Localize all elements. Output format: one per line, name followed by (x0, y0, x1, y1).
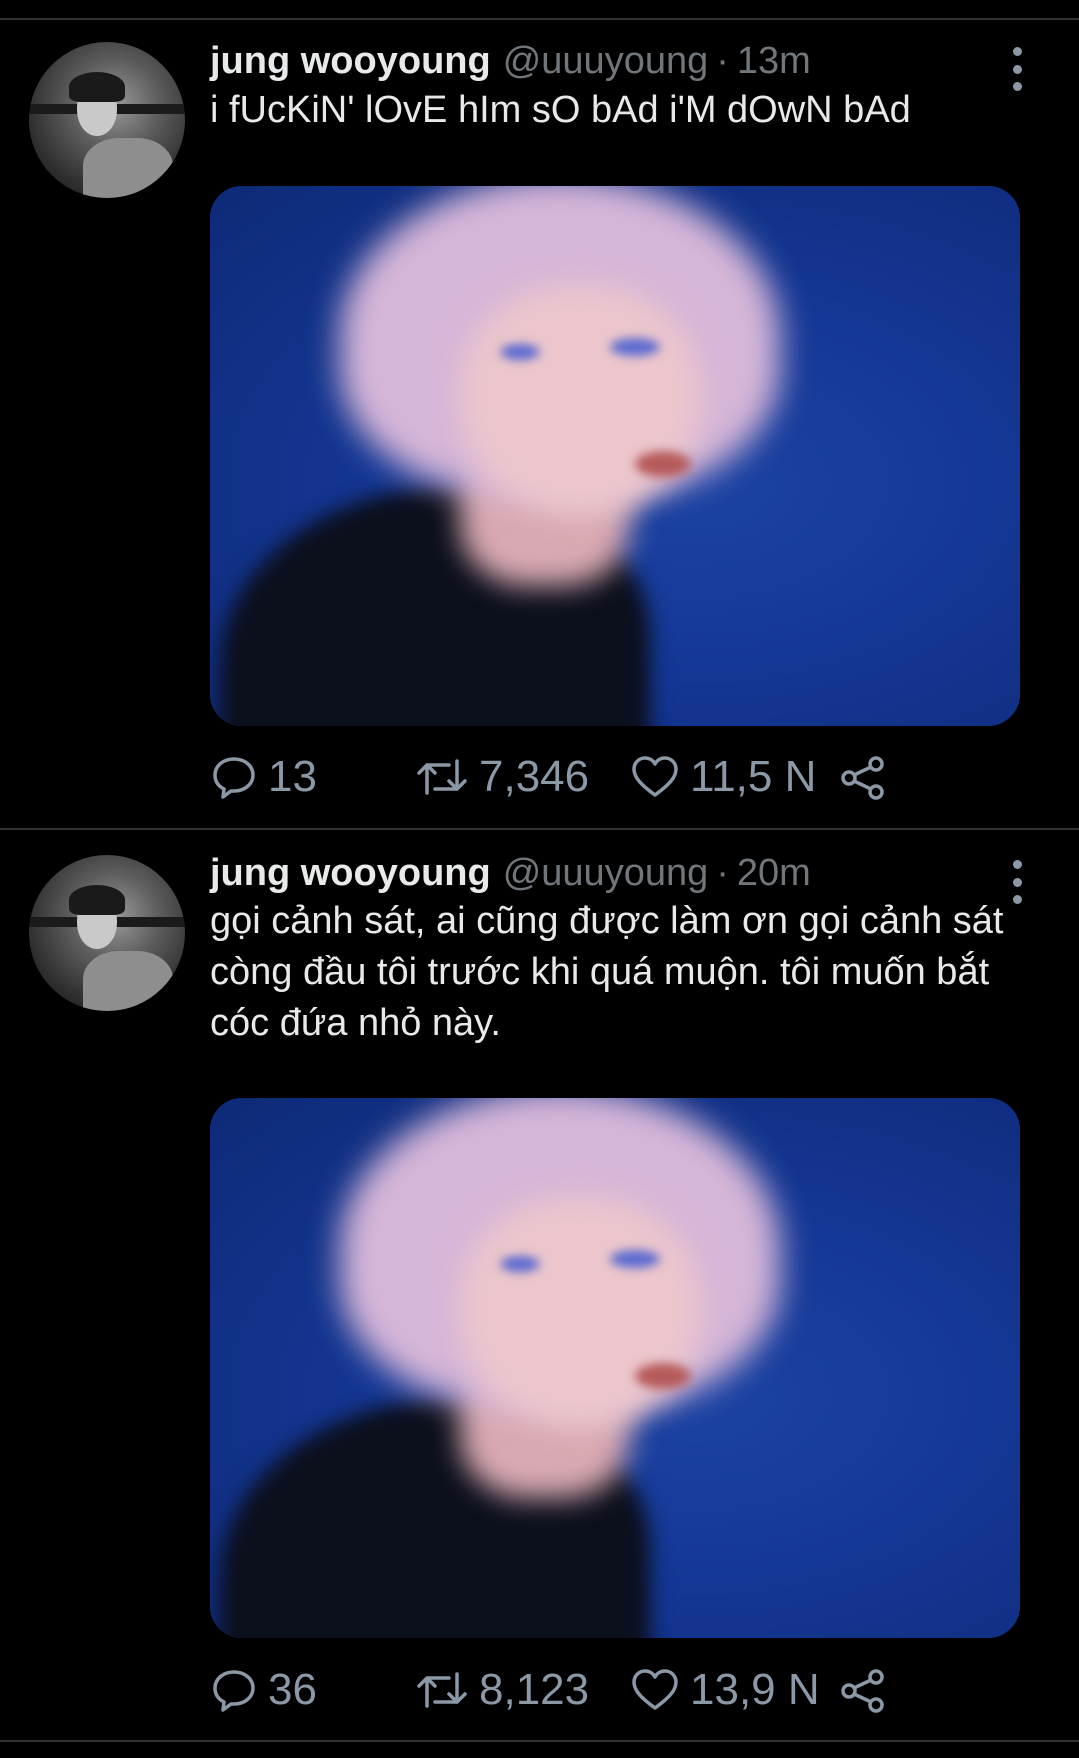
user-handle[interactable]: @uuuyoung (503, 852, 709, 895)
tweet-header: jung wooyoung @uuuyoung · 13m (210, 40, 811, 88)
media-eye (610, 1250, 660, 1268)
avatar[interactable] (29, 42, 185, 198)
retweet-count: 7,346 (479, 752, 590, 801)
reply-count: 13 (268, 752, 317, 801)
avatar-figure (83, 138, 173, 198)
like-count: 13,9 N (690, 1665, 820, 1714)
like-count: 11,5 N (690, 752, 817, 801)
media-mouth (635, 1363, 691, 1389)
media-eye (500, 1256, 540, 1272)
avatar[interactable] (29, 855, 185, 1011)
media-eye (500, 344, 540, 360)
reply-count: 36 (268, 1665, 317, 1714)
avatar-hair (69, 72, 125, 102)
retweet-button[interactable]: 8,123 (415, 1660, 589, 1720)
tweet-actions: 36 8,123 13,9 N (210, 1660, 910, 1720)
share-icon[interactable] (840, 1668, 886, 1719)
share-icon[interactable] (840, 755, 886, 806)
tweet-media-image[interactable] (210, 1098, 1020, 1638)
user-handle[interactable]: @uuuyoung (503, 40, 709, 83)
heart-icon (630, 753, 680, 801)
tweet-text: i fUcKiN' lOvE hIm sO bAd i'M dOwN bAd (210, 89, 911, 131)
tweet-timestamp[interactable]: 20m (737, 852, 811, 895)
tweet-timestamp[interactable]: 13m (737, 40, 811, 83)
tweet-card[interactable]: jung wooyoung @uuuyoung · 20m gọi cảnh s… (0, 830, 1079, 1738)
retweet-icon (415, 753, 469, 801)
reply-icon (210, 753, 258, 801)
retweet-icon (415, 1666, 469, 1714)
display-name[interactable]: jung wooyoung (210, 852, 491, 895)
tweet-header: jung wooyoung @uuuyoung · 20m (210, 852, 811, 900)
like-button[interactable]: 13,9 N (630, 1660, 820, 1720)
reply-button[interactable]: 13 (210, 747, 317, 807)
retweet-count: 8,123 (479, 1665, 590, 1714)
tweet-media-image[interactable] (210, 186, 1020, 726)
avatar-figure (83, 951, 173, 1011)
reply-icon (210, 1666, 258, 1714)
like-button[interactable]: 11,5 N (630, 747, 816, 807)
heart-icon (630, 1666, 680, 1714)
tweet-card[interactable]: jung wooyoung @uuuyoung · 13m i fUcKiN' … (0, 20, 1079, 828)
bottom-divider (0, 1740, 1079, 1742)
media-face (460, 1198, 700, 1428)
media-eye (610, 338, 660, 356)
display-name[interactable]: jung wooyoung (210, 40, 491, 83)
media-face (460, 286, 700, 516)
header-separator: · (716, 852, 729, 894)
reply-button[interactable]: 36 (210, 1660, 317, 1720)
avatar-hair (69, 885, 125, 915)
header-separator: · (716, 40, 729, 82)
media-mouth (635, 451, 691, 477)
tweet-text: gọi cảnh sát, ai cũng được làm ơn gọi cả… (210, 900, 1004, 1044)
tweet-actions: 13 7,346 11,5 N (210, 747, 910, 807)
retweet-button[interactable]: 7,346 (415, 747, 589, 807)
